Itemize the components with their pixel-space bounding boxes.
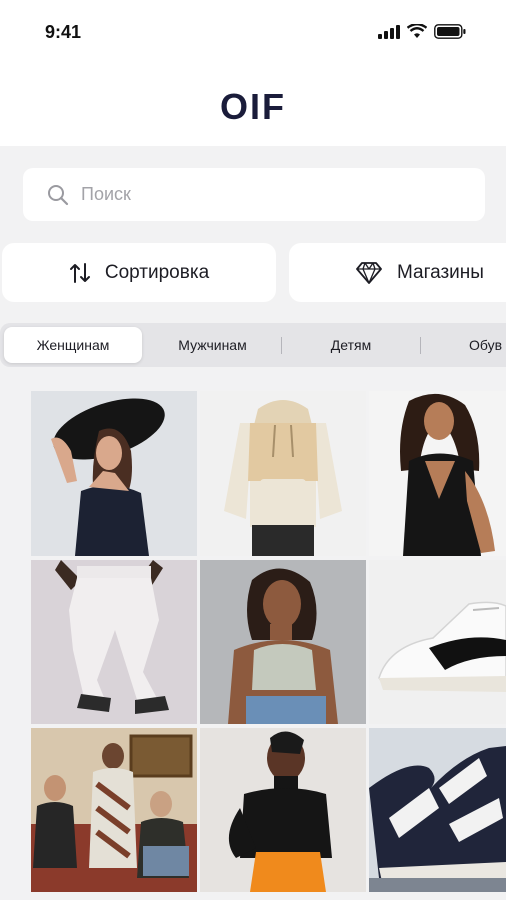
shops-label: Магазины	[397, 261, 484, 283]
wifi-icon	[407, 24, 427, 38]
white-trousers-image	[31, 560, 197, 724]
diamond-icon	[356, 261, 382, 284]
search-input[interactable]: Поиск	[23, 168, 485, 221]
sort-icon	[69, 262, 90, 283]
product-tile-7[interactable]	[31, 728, 197, 892]
woman-black-hat-image	[31, 391, 197, 556]
app-header: 9:41 OIF	[0, 0, 506, 146]
product-tile-8[interactable]	[200, 728, 366, 892]
tab-shoes[interactable]: Обув	[452, 327, 506, 363]
black-turtleneck-image	[200, 728, 366, 892]
tab-separator	[420, 337, 421, 354]
product-tile-5[interactable]	[200, 560, 366, 724]
product-tile-2[interactable]	[200, 391, 366, 556]
status-icons	[378, 24, 466, 39]
group-photo-image	[31, 728, 197, 892]
sort-button[interactable]: Сортировка	[2, 243, 276, 302]
high-top-sneaker-image	[369, 728, 506, 892]
crop-top-image	[200, 560, 366, 724]
shops-button[interactable]: Магазины	[289, 243, 506, 302]
tab-men[interactable]: Мужчинам	[146, 327, 279, 363]
product-tile-4[interactable]	[31, 560, 197, 724]
product-tile-9[interactable]	[369, 728, 506, 892]
beige-hoodie-image	[200, 391, 366, 556]
product-tile-1[interactable]	[31, 391, 197, 556]
search-placeholder: Поиск	[81, 184, 131, 204]
tab-women[interactable]: Женщинам	[4, 327, 142, 363]
tab-kids[interactable]: Детям	[283, 327, 419, 363]
product-tile-3[interactable]	[369, 391, 506, 556]
status-time: 9:41	[45, 22, 82, 42]
black-dress-image	[369, 391, 506, 556]
signal-icon	[378, 24, 400, 39]
battery-icon	[434, 24, 466, 39]
sort-label: Сортировка	[104, 261, 210, 283]
search-icon	[48, 184, 69, 205]
category-tabs: Женщинам Мужчинам Детям Обув	[0, 323, 506, 367]
tab-separator	[281, 337, 282, 354]
product-tile-6[interactable]	[369, 560, 506, 724]
app-logo: OIF	[220, 86, 286, 127]
white-sneaker-image	[369, 560, 506, 724]
